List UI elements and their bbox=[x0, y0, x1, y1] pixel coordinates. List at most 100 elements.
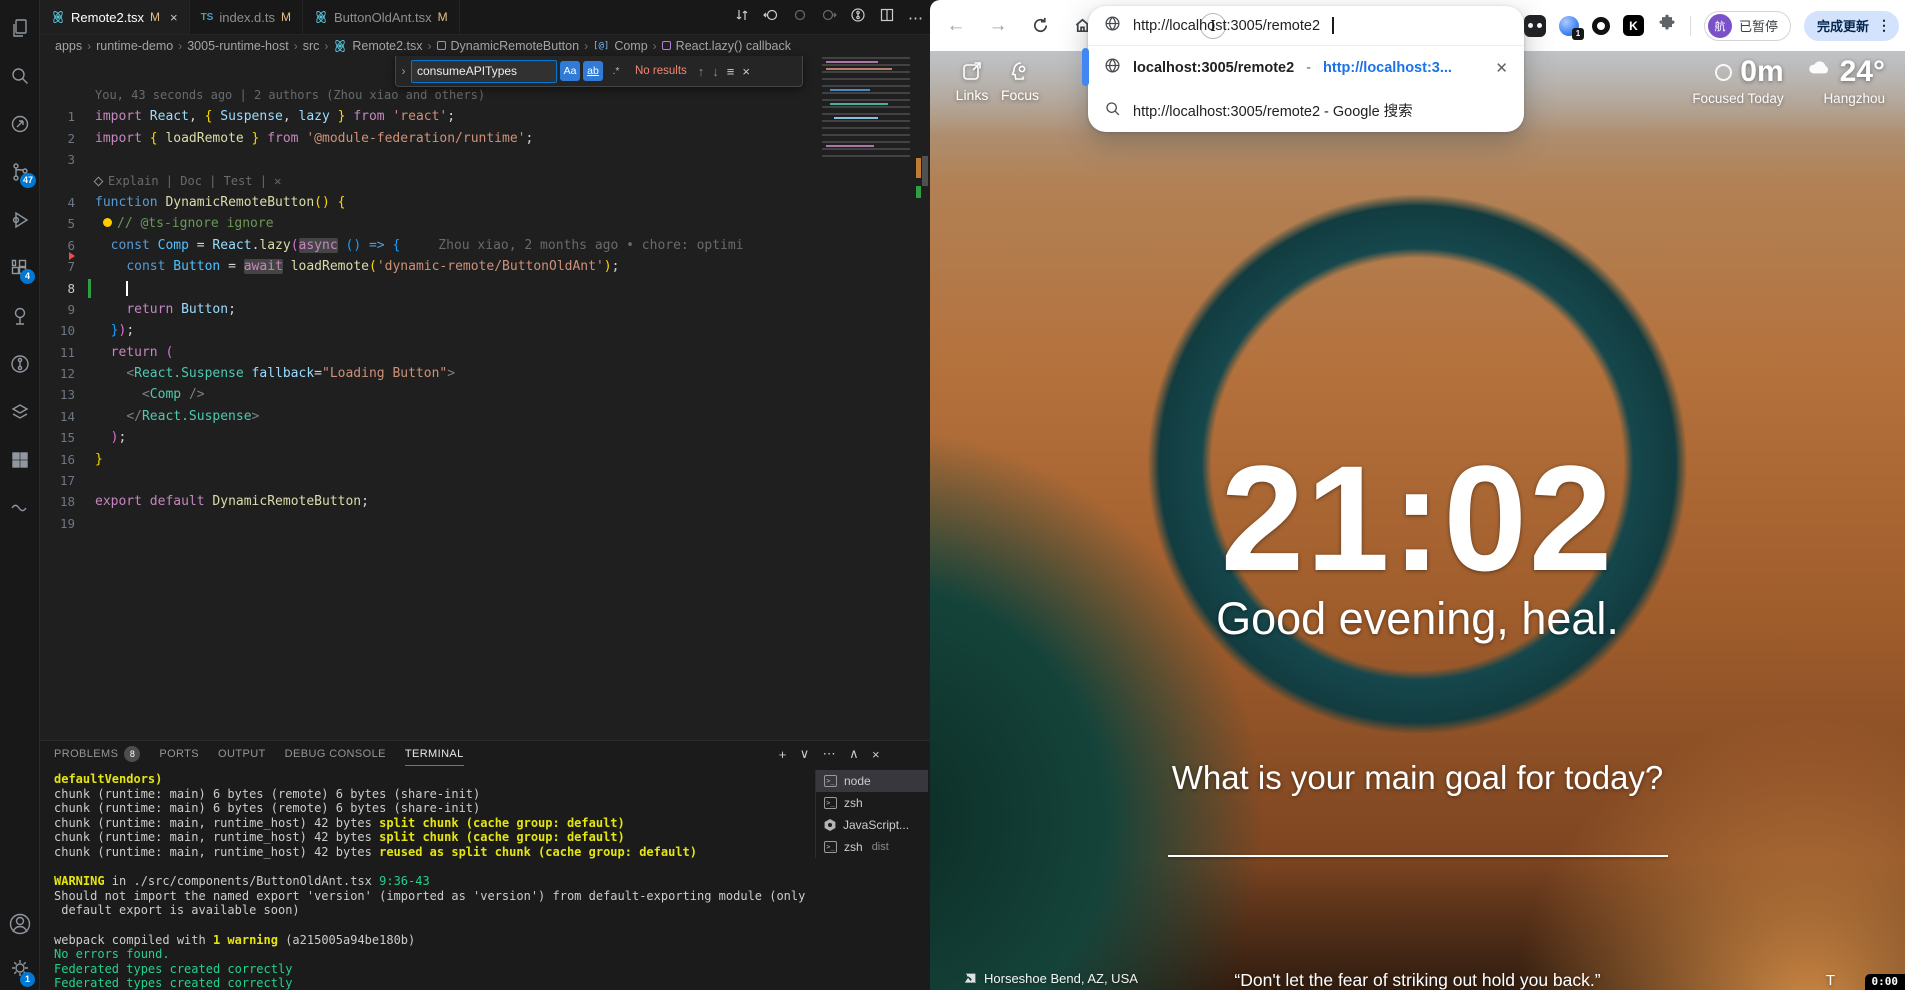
extension-k-icon[interactable]: K bbox=[1623, 15, 1644, 36]
lightbulb-icon[interactable] bbox=[103, 218, 112, 227]
code-line[interactable]: 8 bbox=[40, 278, 930, 299]
code-line[interactable]: 16} bbox=[40, 449, 930, 470]
tab-problems[interactable]: PROBLEMS 8 bbox=[54, 746, 140, 762]
compare-changes-icon[interactable] bbox=[734, 7, 750, 28]
remove-suggestion-icon[interactable]: ✕ bbox=[1495, 59, 1508, 77]
editor-scrollbar[interactable] bbox=[922, 156, 928, 186]
new-terminal-icon[interactable]: + bbox=[779, 747, 787, 762]
terminal-item-javascript[interactable]: JavaScript... bbox=[816, 814, 928, 836]
find-next-icon[interactable]: ↓ bbox=[712, 64, 719, 79]
suggestion-row-search[interactable]: http://localhost:3005/remote2 - Google 搜… bbox=[1088, 89, 1524, 132]
code-line[interactable]: 19 bbox=[40, 513, 930, 534]
profile-button[interactable]: 航 已暂停 bbox=[1704, 11, 1791, 41]
container-tools-icon[interactable] bbox=[8, 400, 32, 424]
split-editor-icon[interactable] bbox=[879, 7, 895, 28]
code-line[interactable]: 17 bbox=[40, 470, 930, 491]
terminal-dropdown-icon[interactable]: ∨ bbox=[800, 746, 810, 762]
account-icon[interactable] bbox=[8, 912, 32, 936]
match-case-toggle[interactable]: Aa bbox=[560, 61, 580, 81]
tab-remote2[interactable]: Remote2.tsx M × bbox=[40, 0, 190, 34]
gitlens-icon[interactable] bbox=[8, 352, 32, 376]
tab-debug-console[interactable]: DEBUG CONSOLE bbox=[285, 748, 386, 760]
dashboard-icon[interactable] bbox=[8, 448, 32, 472]
tab-ports[interactable]: PORTS bbox=[159, 748, 199, 760]
change-dot-icon[interactable] bbox=[792, 7, 808, 28]
panel-more-icon[interactable]: ⋯ bbox=[823, 746, 836, 762]
codelens-actions[interactable]: Explain | Doc | Test | ✕ bbox=[40, 171, 930, 192]
extension-ring-icon[interactable] bbox=[1592, 17, 1610, 35]
breadcrumb-item[interactable]: Remote2.tsx bbox=[352, 39, 422, 53]
code-line[interactable]: 9 return Button; bbox=[40, 299, 930, 320]
close-tab-icon[interactable]: × bbox=[170, 10, 178, 25]
breadcrumb-item[interactable]: runtime-demo bbox=[96, 39, 173, 53]
previous-change-icon[interactable] bbox=[763, 7, 779, 28]
commit-graph-icon[interactable] bbox=[8, 112, 32, 136]
maximize-panel-icon[interactable]: ∧ bbox=[849, 746, 859, 762]
breadcrumb-item[interactable]: DynamicRemoteButton bbox=[451, 39, 580, 53]
omnibox[interactable]: http://localhost:3005/remote2 bbox=[1088, 6, 1524, 46]
snippets-icon[interactable] bbox=[8, 496, 32, 520]
browser-menu-icon[interactable]: ⋮ bbox=[1877, 17, 1891, 34]
code-line[interactable]: 12 <React.Suspense fallback="Loading But… bbox=[40, 363, 930, 384]
omnibox-value[interactable]: http://localhost:3005/remote2 bbox=[1133, 18, 1320, 34]
breadcrumb-item[interactable]: src bbox=[303, 39, 320, 53]
goal-input[interactable] bbox=[1168, 855, 1668, 857]
suggestion-row-url[interactable]: localhost:3005/remote2 - http://localhos… bbox=[1088, 46, 1524, 89]
code-line[interactable]: 6 const Comp = React.lazy(async () => {Z… bbox=[40, 235, 930, 256]
extension-globe-icon[interactable]: 1 bbox=[1559, 16, 1579, 36]
breadcrumb-item[interactable]: apps bbox=[55, 39, 82, 53]
close-find-icon[interactable]: × bbox=[742, 64, 750, 79]
whole-word-toggle[interactable]: ab bbox=[583, 61, 603, 81]
run-debug-icon[interactable] bbox=[8, 208, 32, 232]
toggle-replace-icon[interactable]: › bbox=[396, 64, 411, 78]
code-line[interactable]: 15 ); bbox=[40, 427, 930, 448]
code-editor[interactable]: You, 43 seconds ago | 2 authors (Zhou xi… bbox=[40, 56, 930, 740]
code-line[interactable]: 13 <Comp /> bbox=[40, 384, 930, 405]
next-change-icon[interactable] bbox=[821, 7, 837, 28]
line-content: <Comp /> bbox=[75, 384, 205, 405]
testing-icon[interactable] bbox=[8, 304, 32, 328]
code-line[interactable]: 1import React, { Suspense, lazy } from '… bbox=[40, 106, 930, 127]
terminal-output[interactable]: defaultVendors)chunk (runtime: main) 6 b… bbox=[40, 767, 815, 990]
terminal-item-zsh[interactable]: >_ zsh bbox=[816, 792, 928, 814]
tab-output[interactable]: OUTPUT bbox=[218, 748, 266, 760]
tab-terminal[interactable]: TERMINAL bbox=[405, 748, 464, 760]
extension-dark-icon[interactable] bbox=[1524, 15, 1546, 37]
focused-today-widget[interactable]: 0m Focused Today bbox=[1692, 55, 1783, 106]
tab-buttonoldant[interactable]: ButtonOldAnt.tsx M bbox=[303, 0, 460, 34]
regex-toggle[interactable]: .* bbox=[606, 61, 626, 81]
breadcrumb-item[interactable]: React.lazy() callback bbox=[676, 39, 791, 53]
code-line[interactable]: 7 const Button = await loadRemote('dynam… bbox=[40, 256, 930, 277]
weather-widget[interactable]: 24° Hangzhou bbox=[1806, 55, 1885, 106]
extensions-puzzle-icon[interactable] bbox=[1657, 13, 1677, 38]
tab-index-dts[interactable]: TS index.d.ts M bbox=[190, 0, 303, 34]
more-actions-icon[interactable]: ⋯ bbox=[908, 9, 924, 27]
links-widget[interactable]: Links bbox=[946, 59, 998, 103]
code-line[interactable]: 5// @ts-ignore ignore bbox=[40, 213, 930, 234]
find-in-selection-icon[interactable]: ≡ bbox=[727, 64, 735, 79]
minimap[interactable] bbox=[822, 57, 910, 161]
breadcrumb-item[interactable]: 3005-runtime-host bbox=[187, 39, 288, 53]
code-line[interactable]: 18export default DynamicRemoteButton; bbox=[40, 491, 930, 512]
code-line[interactable]: 14 </React.Suspense> bbox=[40, 406, 930, 427]
reload-icon[interactable] bbox=[1024, 10, 1056, 42]
terminal-item-node[interactable]: >_ node bbox=[816, 770, 928, 792]
file-history-icon[interactable] bbox=[850, 7, 866, 28]
search-icon[interactable] bbox=[8, 64, 32, 88]
terminal-item-zsh-dist[interactable]: >_ zsh dist bbox=[816, 836, 928, 858]
back-icon[interactable]: ← bbox=[940, 10, 972, 42]
find-input[interactable]: consumeAPITypes bbox=[411, 60, 557, 83]
find-previous-icon[interactable]: ↑ bbox=[698, 64, 705, 79]
code-line[interactable]: 2import { loadRemote } from '@module-fed… bbox=[40, 128, 930, 149]
focus-widget[interactable]: Focus bbox=[994, 59, 1046, 103]
code-line[interactable]: 3 bbox=[40, 149, 930, 170]
code-line[interactable]: 11 return ( bbox=[40, 342, 930, 363]
photo-credit[interactable]: Horseshoe Bend, AZ, USA bbox=[964, 971, 1138, 986]
close-panel-icon[interactable]: × bbox=[872, 747, 880, 762]
update-chrome-button[interactable]: 完成更新 ⋮ bbox=[1804, 11, 1899, 41]
explorer-icon[interactable] bbox=[8, 16, 32, 40]
forward-icon[interactable]: → bbox=[982, 10, 1014, 42]
code-line[interactable]: 4function DynamicRemoteButton() { bbox=[40, 192, 930, 213]
breadcrumb-item[interactable]: Comp bbox=[614, 39, 647, 53]
code-line[interactable]: 10 }); bbox=[40, 320, 930, 341]
